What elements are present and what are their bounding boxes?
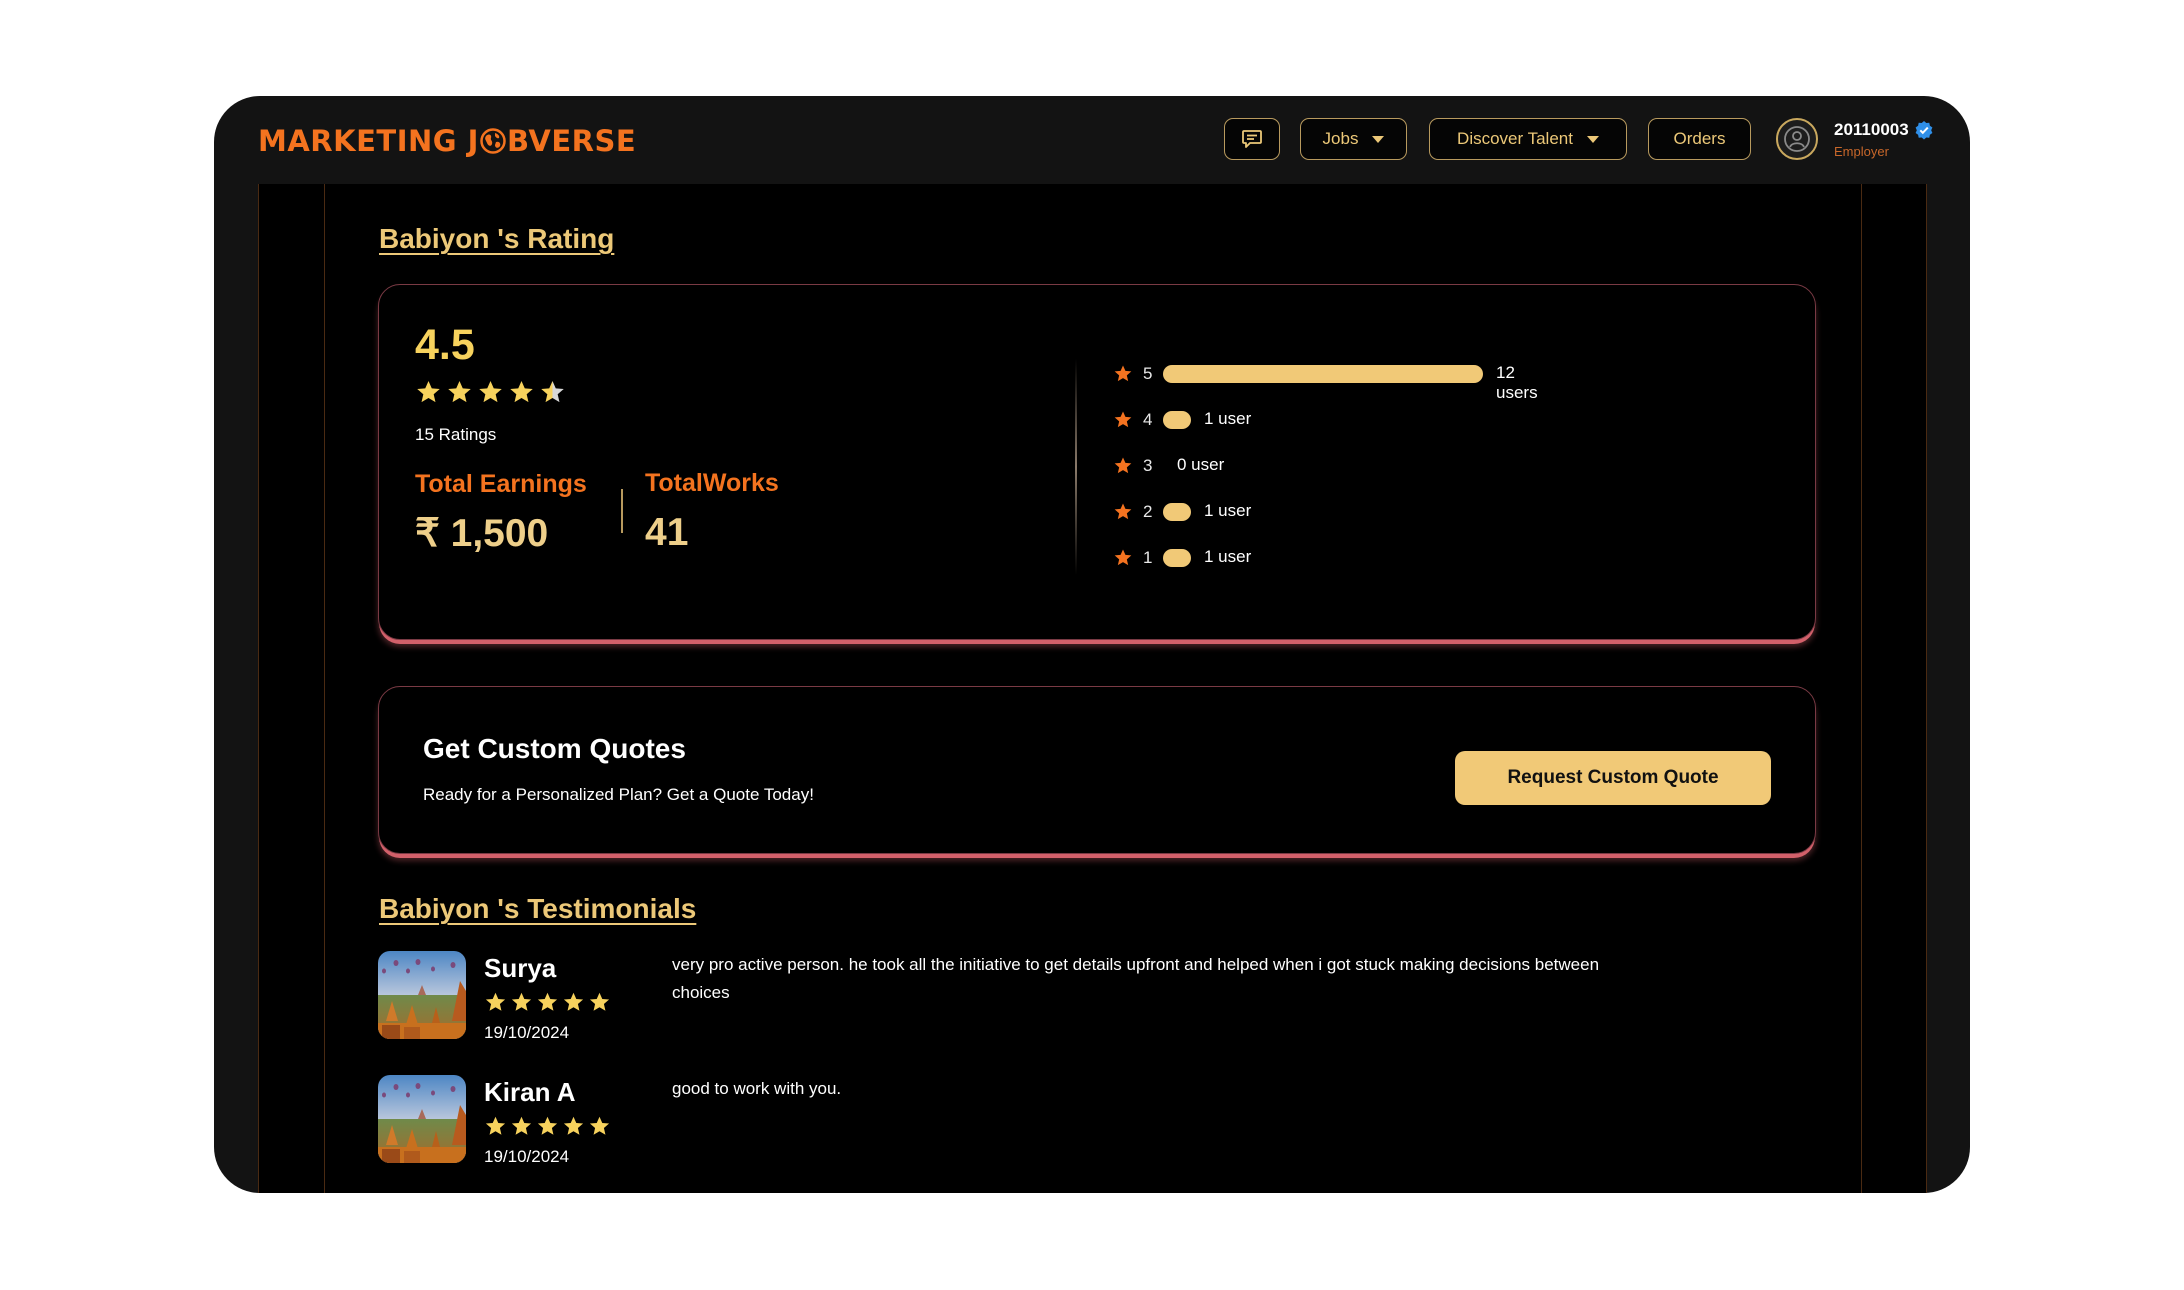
star-icon	[1114, 549, 1132, 566]
user-circle-icon	[1784, 126, 1810, 152]
reviewer-name: Kiran A	[484, 1077, 576, 1107]
rating-user-count: 1 user	[1204, 409, 1252, 428]
content-divider-right	[1861, 184, 1862, 1193]
average-rating: 4.5	[415, 321, 475, 369]
star-icon	[1114, 457, 1132, 474]
star-icon	[1114, 503, 1132, 520]
testimonials-section-title: Babiyon 's Testimonials	[379, 893, 697, 924]
reviewer-rating-stars	[484, 1115, 611, 1138]
star-full-icon	[537, 1116, 558, 1135]
star-full-icon	[589, 992, 610, 1011]
reviewer-photo	[378, 1075, 466, 1163]
review-date: 19/10/2024	[484, 1023, 570, 1042]
nav-discover-talent-dropdown[interactable]: Discover Talent	[1429, 118, 1627, 160]
rating-user-count: 12 users	[1496, 363, 1538, 402]
request-custom-quote-button[interactable]: Request Custom Quote	[1455, 751, 1771, 805]
star-full-icon	[417, 381, 440, 403]
rating-bar-track: 12 users	[1163, 363, 1538, 402]
total-earnings-value: ₹ 1,500	[415, 512, 549, 555]
verified-badge-icon	[1915, 121, 1933, 140]
rating-distribution-row: 1 1 user	[1113, 543, 1483, 573]
content-divider-left	[324, 184, 325, 1193]
star-full-icon	[485, 1116, 506, 1135]
rating-bar-fill	[1163, 411, 1191, 429]
rating-distribution-row: 4 1 user	[1113, 405, 1483, 435]
nav-jobs-dropdown[interactable]: Jobs	[1300, 118, 1407, 160]
testimonial-item: Kiran A 19/10/2024 good to work with you…	[378, 1075, 1678, 1175]
rating-level: 2	[1143, 502, 1153, 521]
average-rating-stars	[415, 379, 566, 406]
rating-user-count: 0 user	[1177, 455, 1225, 474]
rating-bar-track: 1 user	[1163, 409, 1483, 429]
user-role: Employer	[1834, 144, 1889, 159]
review-text: very pro active person. he took all the …	[672, 955, 1600, 1002]
reviewer-avatar	[378, 951, 466, 1039]
logo[interactable]: MARKETING J BVERSE	[258, 124, 636, 158]
rating-level: 4	[1143, 410, 1153, 429]
user-avatar[interactable]	[1776, 118, 1818, 160]
rating-level: 1	[1143, 548, 1153, 567]
user-id-text: 20110003	[1834, 120, 1909, 139]
testimonial-item: Surya 19/10/2024 very pro active person.…	[378, 951, 1678, 1051]
ratings-count: 15 Ratings	[415, 425, 497, 444]
chat-icon	[1242, 130, 1262, 148]
rating-section-title: Babiyon 's Rating	[379, 223, 615, 254]
chat-button[interactable]	[1224, 118, 1280, 160]
rating-bar-fill	[1163, 365, 1483, 383]
rating-bar-fill	[1163, 503, 1191, 521]
caret-down-icon	[1372, 135, 1385, 143]
star-full-icon	[511, 992, 532, 1011]
star-icon	[1114, 411, 1132, 428]
nav-orders-label: Orders	[1673, 129, 1726, 148]
star-full-icon	[537, 992, 558, 1011]
star-full-icon	[589, 1116, 610, 1135]
rating-distribution-row: 5 12 users	[1113, 359, 1538, 402]
review-date: 19/10/2024	[484, 1147, 570, 1166]
star-full-icon	[448, 381, 471, 403]
rating-level: 5	[1143, 364, 1153, 383]
caret-down-icon	[1586, 135, 1599, 143]
globe-icon	[480, 128, 506, 154]
logo-text-left: MARKETING J	[258, 124, 479, 158]
reviewer-photo	[378, 951, 466, 1039]
rating-card: 4.5 15 Ratings Total Earnings ₹ 1,500 To…	[378, 284, 1816, 640]
custom-quote-card: Get Custom Quotes Ready for a Personaliz…	[378, 686, 1816, 854]
custom-quote-subtitle: Ready for a Personalized Plan? Get a Quo…	[423, 785, 814, 804]
stats-divider	[621, 489, 623, 533]
review-text: good to work with you.	[672, 1079, 842, 1098]
custom-quote-title: Get Custom Quotes	[423, 733, 686, 764]
star-full-icon	[485, 992, 506, 1011]
rating-distribution-row: 3 0 user	[1113, 451, 1483, 481]
rating-divider	[1075, 359, 1077, 575]
star-half-icon	[541, 381, 564, 403]
total-works-label: TotalWorks	[645, 469, 779, 497]
star-full-icon	[479, 381, 502, 403]
reviewer-rating-stars	[484, 991, 611, 1014]
rating-user-count: 1 user	[1204, 501, 1252, 520]
total-works-value: 41	[645, 511, 689, 554]
rating-bar-track: 0 user	[1163, 455, 1483, 475]
nav-jobs-label: Jobs	[1322, 129, 1359, 148]
total-earnings-label: Total Earnings	[415, 470, 587, 498]
reviewer-name: Surya	[484, 953, 557, 983]
nav-discover-talent-label: Discover Talent	[1457, 129, 1573, 148]
top-navbar: MARKETING J BVERSE Jobs Discover Talent	[214, 96, 1970, 184]
logo-text-right: BVERSE	[506, 124, 637, 158]
rating-bar-track: 1 user	[1163, 501, 1483, 521]
reviewer-avatar	[378, 1075, 466, 1163]
rating-level: 3	[1143, 456, 1153, 475]
rating-bar-fill	[1163, 549, 1191, 567]
user-id: 20110003	[1834, 120, 1934, 140]
star-full-icon	[511, 1116, 532, 1135]
star-full-icon	[510, 381, 533, 403]
nav-orders-button[interactable]: Orders	[1648, 118, 1751, 160]
rating-bar-track: 1 user	[1163, 547, 1483, 567]
star-full-icon	[563, 1116, 584, 1135]
rating-distribution-row: 2 1 user	[1113, 497, 1483, 527]
star-icon	[1114, 365, 1132, 382]
star-full-icon	[563, 992, 584, 1011]
rating-user-count: 1 user	[1204, 547, 1252, 566]
